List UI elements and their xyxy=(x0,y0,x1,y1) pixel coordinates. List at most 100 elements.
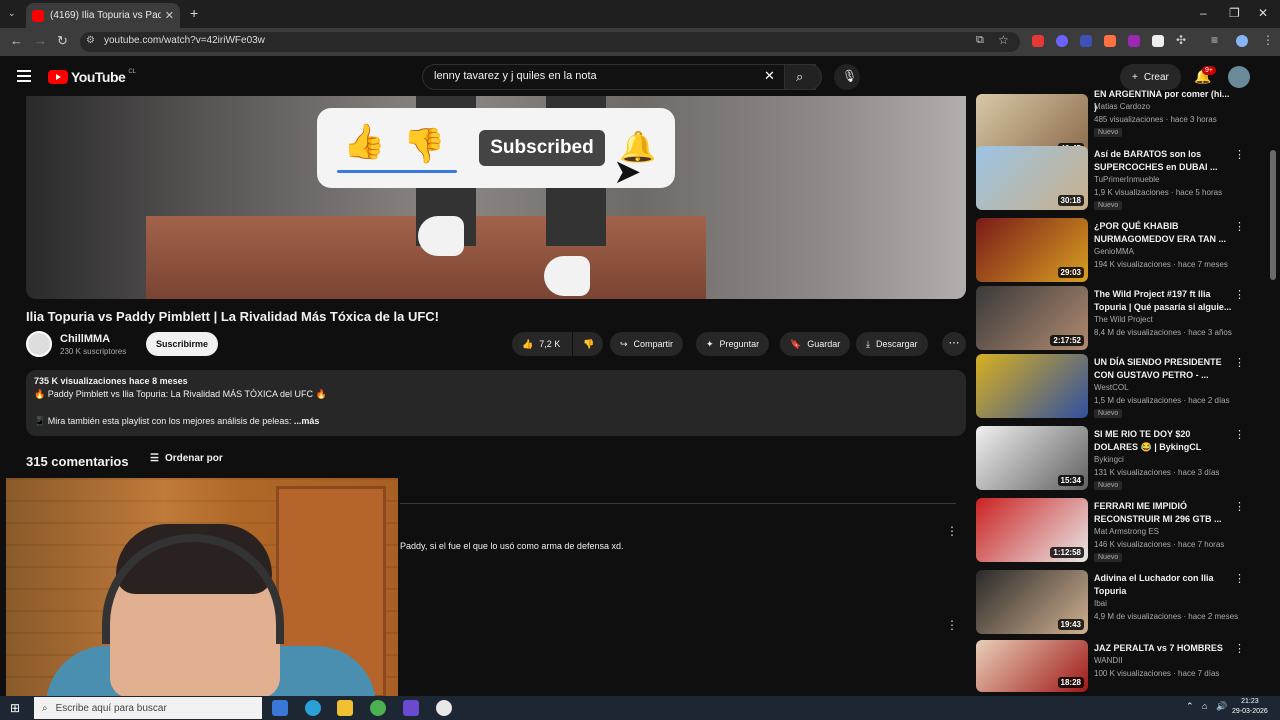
video-menu-icon[interactable]: ⋮ xyxy=(1234,428,1245,441)
recommended-channel[interactable]: The Wild Project xyxy=(1094,315,1153,324)
bookmark-star-icon[interactable]: ☆ xyxy=(998,33,1009,47)
comment-menu-icon[interactable]: ⋮ xyxy=(946,618,958,632)
youtube-logo[interactable]: YouTube CL xyxy=(48,69,136,85)
search-button[interactable]: ⌕ xyxy=(784,64,822,90)
taskbar-clock[interactable]: 21:23 29-03-2026 xyxy=(1232,697,1268,717)
comment-input-underline[interactable] xyxy=(400,503,956,504)
more-actions-icon[interactable]: ⋯ xyxy=(942,332,966,356)
recommended-title[interactable]: SI ME RIO TE DOY $20 DOLARES 😂 | BykingC… xyxy=(1094,428,1234,454)
dislike-button[interactable]: 👎 xyxy=(573,332,603,356)
window-close-icon[interactable]: ✕ xyxy=(1258,6,1268,20)
recommended-video[interactable]: 2:17:52 The Wild Project #197 ft Ilia To… xyxy=(976,286,1272,350)
video-menu-icon[interactable]: ⋮ xyxy=(1234,500,1245,513)
new-tab-icon[interactable]: + xyxy=(190,5,198,21)
recommended-channel[interactable]: GenioMMA xyxy=(1094,247,1134,256)
recommended-channel[interactable]: Bykingci xyxy=(1094,455,1124,464)
profile-icon[interactable] xyxy=(1236,35,1248,47)
recommended-channel[interactable]: WestCOL xyxy=(1094,383,1129,392)
recommended-video[interactable]: 29:03 ¿POR QUÉ KHABIB NURMAGOMEDOV ERA T… xyxy=(976,218,1272,282)
video-thumbnail[interactable]: 15:34 xyxy=(976,426,1088,490)
like-button[interactable]: 👍 7,2 K xyxy=(512,332,572,356)
video-thumbnail[interactable]: 19:43 xyxy=(976,570,1088,634)
reload-icon[interactable]: ↻ xyxy=(57,33,68,49)
chrome-icon[interactable] xyxy=(370,700,386,716)
media-control-icon[interactable]: ≡ xyxy=(1211,33,1218,47)
windows-start-icon[interactable]: ⊞ xyxy=(10,701,22,715)
minimize-icon[interactable]: – xyxy=(1200,6,1207,20)
tab-search-icon[interactable]: ⌄ xyxy=(8,8,16,19)
video-menu-icon[interactable]: ⋮ xyxy=(1234,220,1245,233)
save-button[interactable]: 🔖 Guardar xyxy=(780,332,851,356)
recommended-video[interactable]: 18:28 JAZ PERALTA vs 7 HOMBRES WANDII 10… xyxy=(976,640,1272,692)
ask-button[interactable]: ✦ Preguntar xyxy=(696,332,770,356)
subscribe-button[interactable]: Suscribirme xyxy=(146,332,218,356)
channel-name[interactable]: ChillMMA xyxy=(60,333,110,345)
video-menu-icon[interactable]: ⋮ xyxy=(1234,148,1245,161)
recommended-video[interactable]: 15:34 SI ME RIO TE DOY $20 DOLARES 😂 | B… xyxy=(976,426,1272,490)
recommended-title[interactable]: UN DÍA SIENDO PRESIDENTE CON GUSTAVO PET… xyxy=(1094,356,1234,382)
restore-icon[interactable]: ❐ xyxy=(1229,6,1240,20)
extension-icon[interactable] xyxy=(1056,35,1068,47)
site-info-icon[interactable]: ⚙ xyxy=(86,35,95,46)
taskbar-app-icon[interactable] xyxy=(272,700,288,716)
taskbar-app-icon[interactable] xyxy=(403,700,419,716)
video-thumbnail[interactable]: 1:12:58 xyxy=(976,498,1088,562)
obs-icon[interactable] xyxy=(436,700,452,716)
guide-menu-icon[interactable] xyxy=(17,70,31,85)
forward-icon[interactable]: → xyxy=(34,33,47,48)
video-thumbnail[interactable]: 18:28 xyxy=(976,640,1088,692)
create-button[interactable]: + Crear xyxy=(1120,64,1181,90)
recommended-title[interactable]: ¿POR QUÉ KHABIB NURMAGOMEDOV ERA TAN ... xyxy=(1094,220,1234,246)
url-text[interactable]: youtube.com/watch?v=42iriWFe03w xyxy=(104,35,265,46)
recommended-channel[interactable]: Matias Cardozo xyxy=(1094,102,1150,111)
extension-icon[interactable] xyxy=(1032,35,1044,47)
install-app-icon[interactable]: ⧉ xyxy=(976,34,984,47)
browser-menu-icon[interactable]: ⋮ xyxy=(1262,33,1274,47)
recommended-video[interactable]: UN DÍA SIENDO PRESIDENTE CON GUSTAVO PET… xyxy=(976,354,1272,418)
clear-search-icon[interactable]: ✕ xyxy=(764,68,775,84)
video-player[interactable]: 👍 👎 Subscribed 🔔 ➤ xyxy=(26,96,966,299)
recommended-title[interactable]: Adivina el Luchador con Ilia Topuria xyxy=(1094,572,1234,598)
back-icon[interactable]: ← xyxy=(10,33,23,48)
video-thumbnail[interactable]: 2:17:52 xyxy=(976,286,1088,350)
recommended-channel[interactable]: Mat Armstrong ES xyxy=(1094,527,1159,536)
recommended-video[interactable]: 30:18 Así de BARATOS son los SUPERCOCHES… xyxy=(976,146,1272,210)
video-thumbnail[interactable] xyxy=(976,354,1088,418)
extension-icon[interactable] xyxy=(1128,35,1140,47)
comment-menu-icon[interactable]: ⋮ xyxy=(946,524,958,538)
recommended-channel[interactable]: Ibai xyxy=(1094,599,1107,608)
video-menu-icon[interactable]: ⋮ xyxy=(1234,642,1245,655)
recommended-video[interactable]: 19:43 Adivina el Luchador con Ilia Topur… xyxy=(976,570,1272,634)
voice-search-button[interactable]: 🎙 xyxy=(834,64,860,90)
channel-avatar[interactable] xyxy=(26,331,52,357)
recommended-title[interactable]: JAZ PERALTA vs 7 HOMBRES xyxy=(1094,642,1234,655)
video-menu-icon[interactable]: ⋮ xyxy=(1234,572,1245,585)
recommended-title[interactable]: Así de BARATOS son los SUPERCOCHES en DU… xyxy=(1094,148,1234,174)
extension-icon[interactable] xyxy=(1104,35,1116,47)
recommended-channel[interactable]: TuPrimerInmueble xyxy=(1094,175,1160,184)
network-icon[interactable]: ⌂ xyxy=(1202,701,1207,711)
file-explorer-icon[interactable] xyxy=(337,700,353,716)
share-button[interactable]: ↪ Compartir xyxy=(610,332,684,356)
tray-chevron-icon[interactable]: ⌃ xyxy=(1186,701,1194,712)
tab-close-icon[interactable]: ✕ xyxy=(165,9,174,22)
extension-icon[interactable] xyxy=(1080,35,1092,47)
edge-icon[interactable] xyxy=(305,700,321,716)
sort-comments-button[interactable]: ☰ Ordenar por xyxy=(150,453,223,464)
recommended-channel[interactable]: WANDII xyxy=(1094,656,1123,665)
extensions-puzzle-icon[interactable]: ✣ xyxy=(1176,33,1186,47)
account-avatar[interactable] xyxy=(1228,66,1250,88)
scrollbar-thumb[interactable] xyxy=(1270,150,1276,280)
video-thumbnail[interactable]: 29:03 xyxy=(976,218,1088,282)
search-value[interactable]: lenny tavarez y j quiles en la nota xyxy=(434,70,597,82)
browser-tab[interactable]: (4169) Ilia Topuria vs Paddy Pimbl ✕ xyxy=(26,3,180,28)
volume-icon[interactable]: 🔊 xyxy=(1216,701,1227,712)
video-menu-icon[interactable]: ⋮ xyxy=(1234,288,1245,301)
taskbar-search[interactable]: ⌕ Escribe aquí para buscar xyxy=(34,697,262,719)
show-more-link[interactable]: ...más xyxy=(294,416,320,426)
recommended-video[interactable]: 1:12:58 FERRARI ME IMPIDIÓ RECONSTRUIR M… xyxy=(976,498,1272,562)
video-menu-icon[interactable]: ⋮ xyxy=(1234,356,1245,369)
video-thumbnail[interactable]: 30:18 xyxy=(976,146,1088,210)
recommended-title[interactable]: The Wild Project #197 ft Ilia Topuria | … xyxy=(1094,288,1234,314)
recommended-title[interactable]: FERRARI ME IMPIDIÓ RECONSTRUIR MI 296 GT… xyxy=(1094,500,1234,526)
